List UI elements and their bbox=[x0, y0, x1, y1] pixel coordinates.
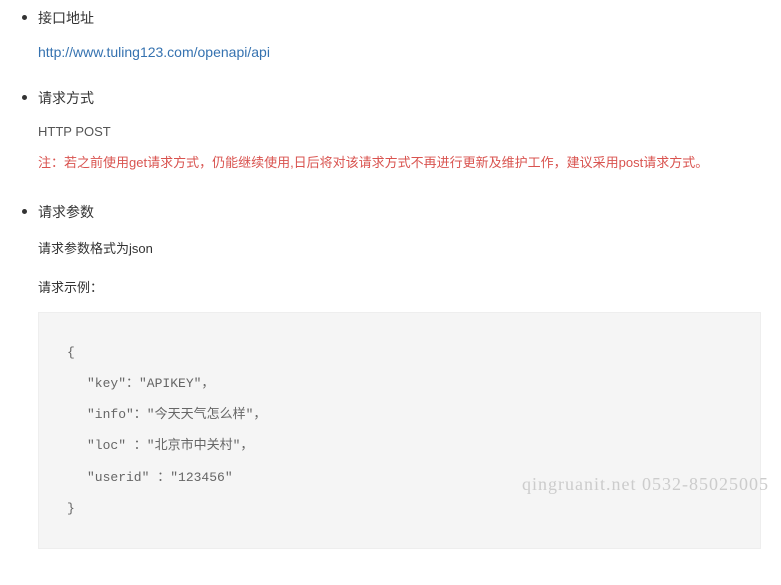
code-line: "userid" ："123456" bbox=[67, 462, 732, 493]
code-line: "key"："APIKEY"， bbox=[67, 368, 732, 399]
section-endpoint: 接口地址 http://www.tuling123.com/openapi/ap… bbox=[38, 8, 761, 60]
code-line: } bbox=[67, 493, 732, 524]
params-title: 请求参数 bbox=[38, 202, 761, 222]
endpoint-url-link[interactable]: http://www.tuling123.com/openapi/api bbox=[38, 44, 761, 60]
method-value: HTTP POST bbox=[38, 124, 761, 139]
params-example-label: 请求示例： bbox=[38, 277, 761, 296]
code-block: { "key"："APIKEY"， "info"："今天天气怎么样"， "loc… bbox=[38, 312, 761, 549]
document-content: 接口地址 http://www.tuling123.com/openapi/ap… bbox=[0, 8, 781, 549]
code-line: "info"："今天天气怎么样"， bbox=[67, 399, 732, 430]
code-line: { bbox=[67, 337, 732, 368]
endpoint-title: 接口地址 bbox=[38, 8, 761, 28]
method-title: 请求方式 bbox=[38, 88, 761, 108]
section-params: 请求参数 请求参数格式为json 请求示例： { "key"："APIKEY"，… bbox=[38, 202, 761, 549]
params-desc: 请求参数格式为json bbox=[38, 238, 761, 257]
method-note: 注：若之前使用get请求方式，仍能继续使用,日后将对该请求方式不再进行更新及维护… bbox=[38, 153, 761, 174]
code-line: "loc" ："北京市中关村"， bbox=[67, 430, 732, 461]
section-method: 请求方式 HTTP POST 注：若之前使用get请求方式，仍能继续使用,日后将… bbox=[38, 88, 761, 174]
section-list: 接口地址 http://www.tuling123.com/openapi/ap… bbox=[38, 8, 761, 549]
